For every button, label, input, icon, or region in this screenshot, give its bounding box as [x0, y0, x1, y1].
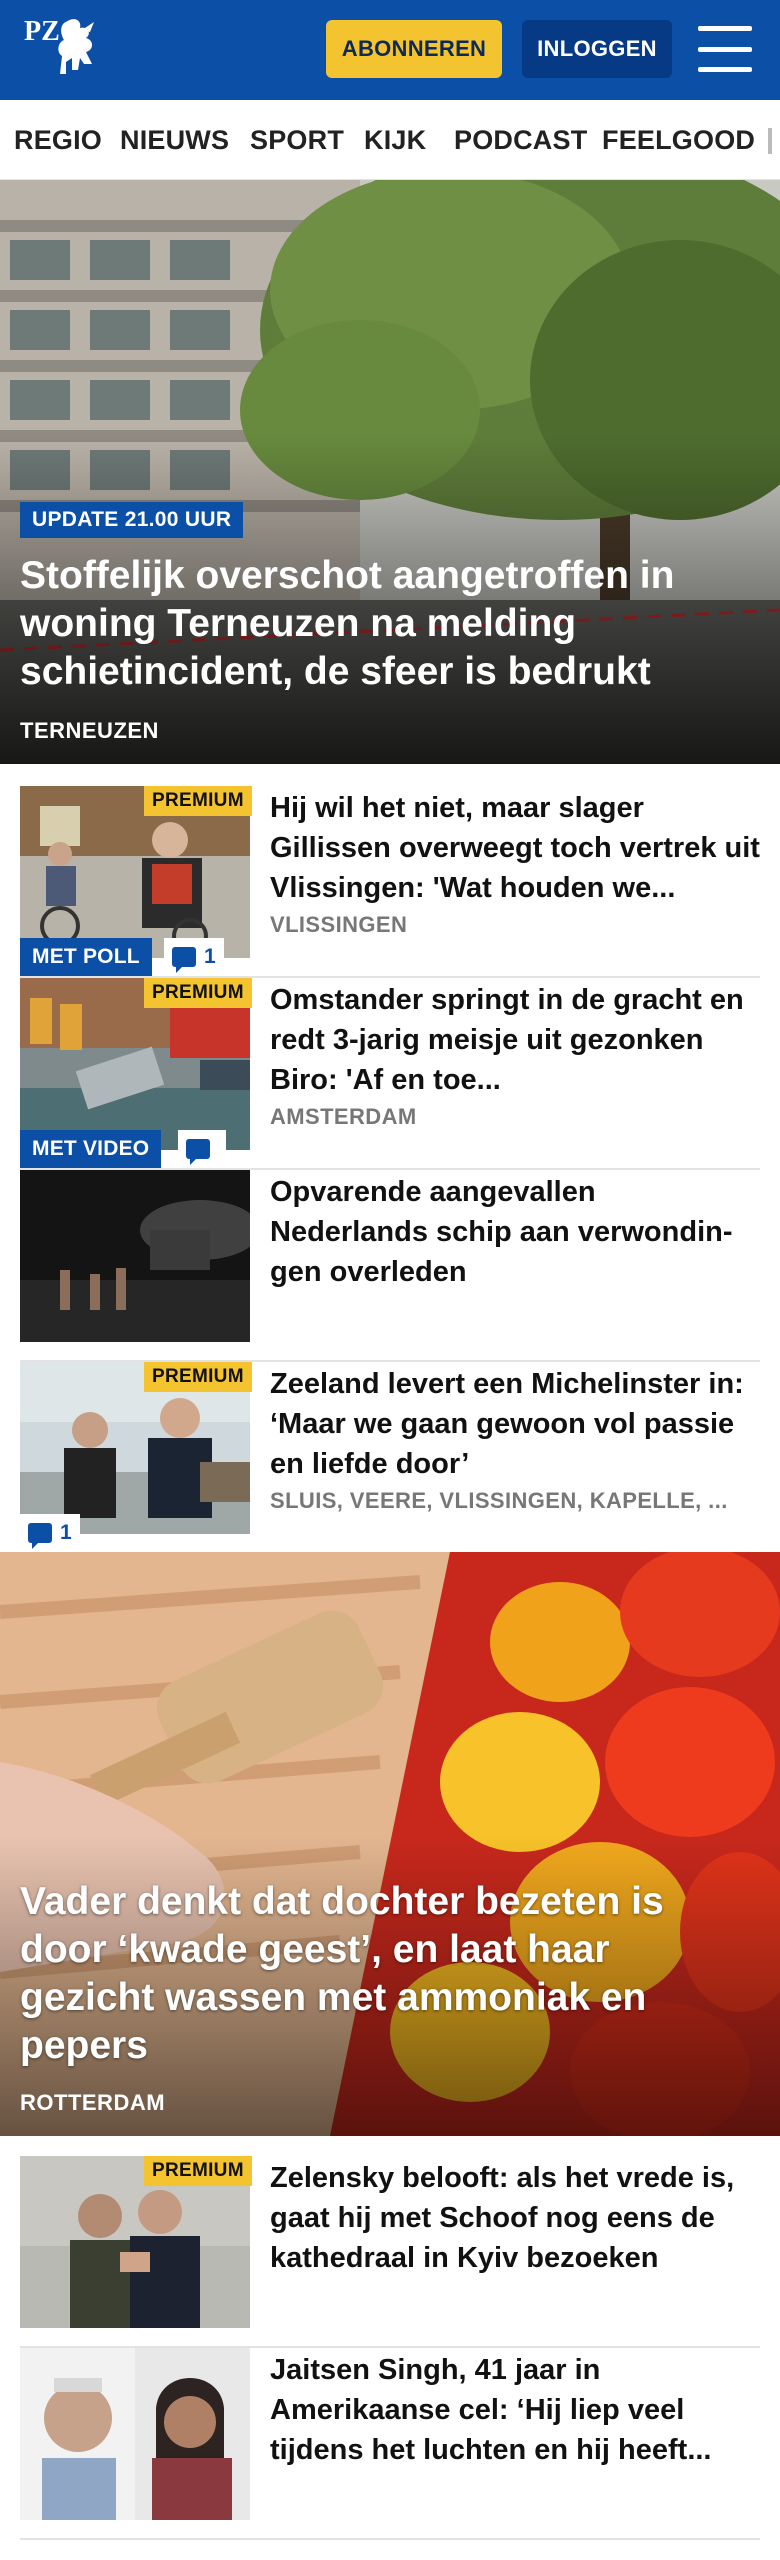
video-tag: MET VIDEO	[20, 1130, 162, 1168]
premium-badge: PREMIUM	[144, 978, 252, 1008]
section-nav: REGIO NIEUWS SPORT KIJK PODCAST FEELGOOD	[0, 100, 780, 180]
article-title[interactable]: Jaitsen Singh, 41 jaar in Amerikaanse ce…	[270, 2350, 760, 2470]
article-item[interactable]: PREMIUM Zelensky belooft: als het vrede …	[20, 2156, 760, 2348]
article-title[interactable]: Omstander springt in de gracht en redt 3…	[270, 980, 760, 1100]
nav-item-kijk[interactable]: KIJK	[364, 100, 426, 179]
article-title[interactable]: Zeeland levert een Michelinster in: ‘Maa…	[270, 1364, 760, 1484]
article-location: SLUIS, VEERE, VLISSINGEN, KAPELLE, ...	[270, 1488, 728, 1513]
comment-icon	[186, 1139, 210, 1165]
poll-tag: MET POLL	[20, 938, 152, 976]
comment-count-value: 1	[60, 1521, 72, 1544]
article-thumbnail	[20, 1170, 250, 1342]
article-thumbnail	[20, 2348, 250, 2520]
site-header: PZC ABONNEREN INLOGGEN	[0, 0, 780, 100]
article-item[interactable]: Jaitsen Singh, 41 jaar in Amerikaanse ce…	[20, 2348, 760, 2540]
nav-item-podcast[interactable]: PODCAST	[454, 100, 587, 179]
comment-count[interactable]: 1	[20, 1514, 80, 1552]
article-title[interactable]: Zelensky belooft: als het vrede is, gaat…	[270, 2158, 760, 2278]
article-location: AMSTERDAM	[270, 1104, 417, 1129]
login-button[interactable]: INLOGGEN	[522, 20, 672, 78]
nav-overflow-indicator	[768, 128, 772, 154]
article-item[interactable]: PREMIUM 1 Zeeland levert een Michelinste…	[20, 1362, 760, 1554]
article-title[interactable]: Hij wil het niet, maar slager Gillissen …	[270, 788, 760, 908]
comment-count[interactable]	[178, 1130, 226, 1168]
comment-count[interactable]: 1	[164, 938, 224, 976]
comment-icon	[28, 1523, 52, 1549]
feature-article[interactable]: Vader denkt dat dochter bezeten is door …	[0, 1552, 780, 2136]
nav-item-regio[interactable]: REGIO	[14, 100, 102, 179]
hero-location: TERNEUZEN	[20, 718, 159, 743]
hamburger-icon[interactable]	[698, 26, 752, 72]
article-item[interactable]: Opvarende aangevallen Nederlands schip a…	[20, 1170, 760, 1362]
premium-badge: PREMIUM	[144, 2156, 252, 2186]
update-badge: UPDATE 21.00 UUR	[20, 502, 244, 538]
premium-badge: PREMIUM	[144, 786, 252, 816]
feature-location: ROTTERDAM	[20, 2090, 166, 2115]
feature-title[interactable]: Vader denkt dat dochter bezeten is door …	[20, 1878, 720, 2070]
article-title[interactable]: Opvarende aangevallen Nederlands schip a…	[270, 1172, 760, 1292]
comment-count-value: 1	[204, 945, 216, 968]
nav-item-sport[interactable]: SPORT	[250, 100, 344, 179]
subscribe-button[interactable]: ABONNEREN	[326, 20, 502, 78]
pzc-logo[interactable]: PZC	[22, 12, 114, 88]
premium-badge: PREMIUM	[144, 1362, 252, 1392]
hero-article[interactable]: UPDATE 21.00 UUR Stoffelijk overschot aa…	[0, 180, 780, 764]
nav-item-nieuws[interactable]: NIEUWS	[120, 100, 229, 179]
hero-title[interactable]: Stoffelijk overschot aangetroffen in won…	[20, 552, 760, 696]
comment-icon	[172, 947, 196, 973]
article-item[interactable]: PREMIUM MET VIDEO Omstander springt in d…	[20, 978, 760, 1170]
article-location: VLISSINGEN	[270, 912, 408, 937]
article-item[interactable]: PREMIUM MET POLL 1 Hij wil het niet, maa…	[20, 786, 760, 978]
nav-item-feelgood[interactable]: FEELGOOD	[602, 100, 755, 179]
